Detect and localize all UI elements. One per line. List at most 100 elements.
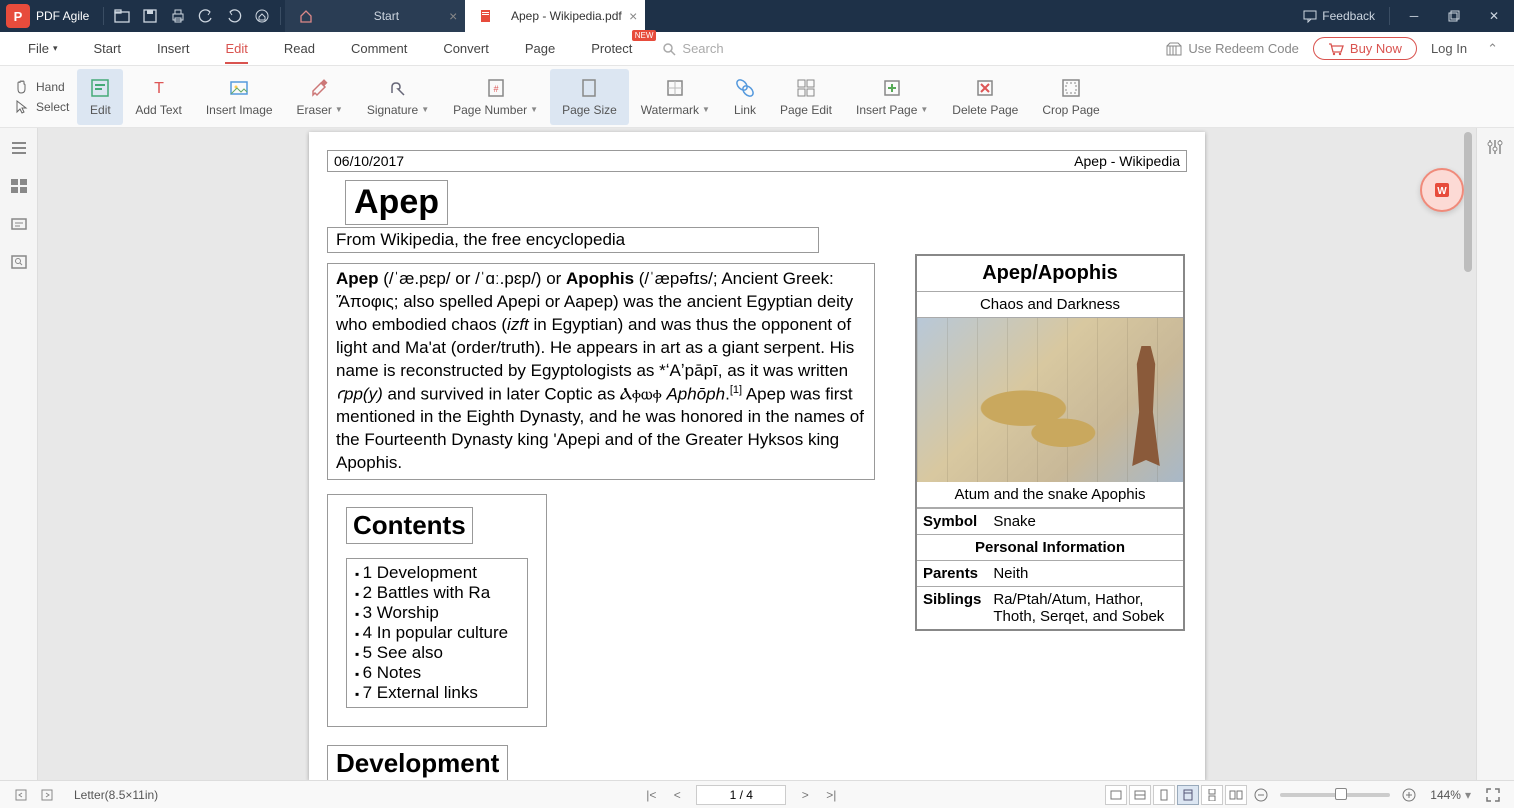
first-page-icon[interactable]: |< <box>639 784 663 806</box>
redo-icon[interactable] <box>220 2 248 30</box>
menu-comment[interactable]: Comment <box>333 32 425 66</box>
tab-document[interactable]: Apep - Wikipedia.pdf × <box>465 0 645 32</box>
menu-read[interactable]: Read <box>266 32 333 66</box>
search-box[interactable]: Search <box>662 41 723 56</box>
contents-box: Contents 1 Development2 Battles with Ra3… <box>327 494 547 727</box>
ribbon-label: Add Text <box>135 103 181 117</box>
bookmarks-icon[interactable] <box>9 138 29 158</box>
ribbon-page-edit[interactable]: Page Edit <box>768 69 844 125</box>
vertical-scrollbar[interactable] <box>1464 128 1474 780</box>
hand-tool[interactable]: Hand <box>14 79 69 95</box>
contents-item[interactable]: 7 External links <box>355 683 519 703</box>
ribbon-eraser[interactable]: Eraser▼ <box>285 69 355 125</box>
contents-item[interactable]: 2 Battles with Ra <box>355 583 519 603</box>
ribbon-crop-page[interactable]: Crop Page <box>1030 69 1111 125</box>
infobox-val: Ra/Ptah/Atum, Hathor, Thoth, Serqet, and… <box>987 587 1183 630</box>
login-button[interactable]: Log In <box>1431 41 1467 56</box>
menu-start[interactable]: Start <box>75 32 138 66</box>
ribbon-edit[interactable]: Edit <box>77 69 123 125</box>
next-page-icon[interactable]: > <box>793 784 817 806</box>
annotations-icon[interactable] <box>9 214 29 234</box>
menu-edit[interactable]: Edit <box>207 32 265 66</box>
document-canvas[interactable]: 06/10/2017 Apep - Wikipedia Apep From Wi… <box>38 128 1476 780</box>
scrollbar-thumb[interactable] <box>1464 132 1472 272</box>
feedback-button[interactable]: Feedback <box>1293 9 1385 23</box>
ribbon-page-size[interactable]: Page Size <box>550 69 629 125</box>
menu-file[interactable]: File ▾ <box>10 32 75 66</box>
hand-label: Hand <box>36 80 65 94</box>
print-icon[interactable] <box>164 2 192 30</box>
prev-doc-icon[interactable] <box>9 784 33 806</box>
search-placeholder: Search <box>682 41 723 56</box>
ribbon-delete-page[interactable]: Delete Page <box>940 69 1030 125</box>
open-icon[interactable] <box>108 2 136 30</box>
doc-title: Apep <box>354 183 439 222</box>
floating-action-button[interactable]: W <box>1420 168 1464 212</box>
settings-panel-icon[interactable] <box>1486 138 1506 158</box>
chevron-down-icon: ▼ <box>335 105 343 114</box>
select-tool[interactable]: Select <box>14 99 69 115</box>
view-single-icon[interactable] <box>1177 785 1199 805</box>
ribbon-signature[interactable]: Signature▼ <box>355 69 441 125</box>
home-quick-icon[interactable] <box>248 2 276 30</box>
zoom-out-icon[interactable] <box>1249 784 1273 806</box>
undo-icon[interactable] <box>192 2 220 30</box>
next-doc-icon[interactable] <box>35 784 59 806</box>
menu-page[interactable]: Page <box>507 32 573 66</box>
contents-item[interactable]: 5 See also <box>355 643 519 663</box>
contents-item[interactable]: 3 Worship <box>355 603 519 623</box>
ribbon-insert-image[interactable]: Insert Image <box>194 69 285 125</box>
chevron-down-icon: ▼ <box>702 105 710 114</box>
ribbon-link[interactable]: Link <box>722 69 768 125</box>
infobox-key: Siblings <box>917 587 987 630</box>
ribbon-watermark[interactable]: Watermark▼ <box>629 69 722 125</box>
page-counter-input[interactable] <box>696 785 786 805</box>
redeem-icon <box>1166 42 1182 56</box>
menu-convert[interactable]: Convert <box>425 32 507 66</box>
search-panel-icon[interactable] <box>9 252 29 272</box>
menu-protect[interactable]: ProtectNEW <box>573 32 650 66</box>
collapse-ribbon-icon[interactable]: ⌃ <box>1481 41 1504 57</box>
redeem-button[interactable]: Use Redeem Code <box>1166 41 1299 56</box>
ribbon-insert-page[interactable]: Insert Page▼ <box>844 69 940 125</box>
zoom-dropdown-icon[interactable]: ▾ <box>1465 788 1471 802</box>
doc-subtitle: From Wikipedia, the free encyclopedia <box>327 227 819 253</box>
page-size-label: Letter(8.5×11in) <box>74 788 158 802</box>
buy-now-button[interactable]: Buy Now <box>1313 37 1417 60</box>
save-icon[interactable] <box>136 2 164 30</box>
insert-image-icon <box>228 77 250 99</box>
zoom-slider-knob[interactable] <box>1335 788 1347 800</box>
contents-heading: Contents <box>346 507 473 544</box>
tab-start[interactable]: Start × <box>285 0 465 32</box>
maximize-button[interactable] <box>1434 0 1474 32</box>
menu-insert[interactable]: Insert <box>139 32 208 66</box>
close-window-button[interactable]: ✕ <box>1474 0 1514 32</box>
contents-item[interactable]: 6 Notes <box>355 663 519 683</box>
ribbon-label: Signature <box>367 103 418 117</box>
ribbon-add-text[interactable]: TAdd Text <box>123 69 193 125</box>
contents-item[interactable]: 1 Development <box>355 563 519 583</box>
infobox-title: Apep/Apophis <box>917 256 1183 292</box>
ribbon-label: Insert Image <box>206 103 273 117</box>
zoom-slider[interactable] <box>1280 793 1390 797</box>
view-actual-icon[interactable] <box>1105 785 1127 805</box>
ribbon-label: Watermark <box>641 103 699 117</box>
close-icon[interactable]: × <box>449 8 457 24</box>
zoom-in-icon[interactable] <box>1397 784 1421 806</box>
minimize-button[interactable]: ─ <box>1394 0 1434 32</box>
watermark-icon <box>664 77 686 99</box>
view-continuous-icon[interactable] <box>1201 785 1223 805</box>
view-facing-icon[interactable] <box>1225 785 1247 805</box>
eraser-icon <box>309 77 331 99</box>
thumbnails-icon[interactable] <box>9 176 29 196</box>
fullscreen-icon[interactable] <box>1481 784 1505 806</box>
page-size-icon <box>578 77 600 99</box>
prev-page-icon[interactable]: < <box>665 784 689 806</box>
view-fitwidth-icon[interactable] <box>1129 785 1151 805</box>
zoom-label: 144% <box>1430 788 1461 802</box>
view-fitpage-icon[interactable] <box>1153 785 1175 805</box>
ribbon-page-number[interactable]: #Page Number▼ <box>441 69 550 125</box>
last-page-icon[interactable]: >| <box>819 784 843 806</box>
close-icon[interactable]: × <box>629 8 637 24</box>
contents-item[interactable]: 4 In popular culture <box>355 623 519 643</box>
